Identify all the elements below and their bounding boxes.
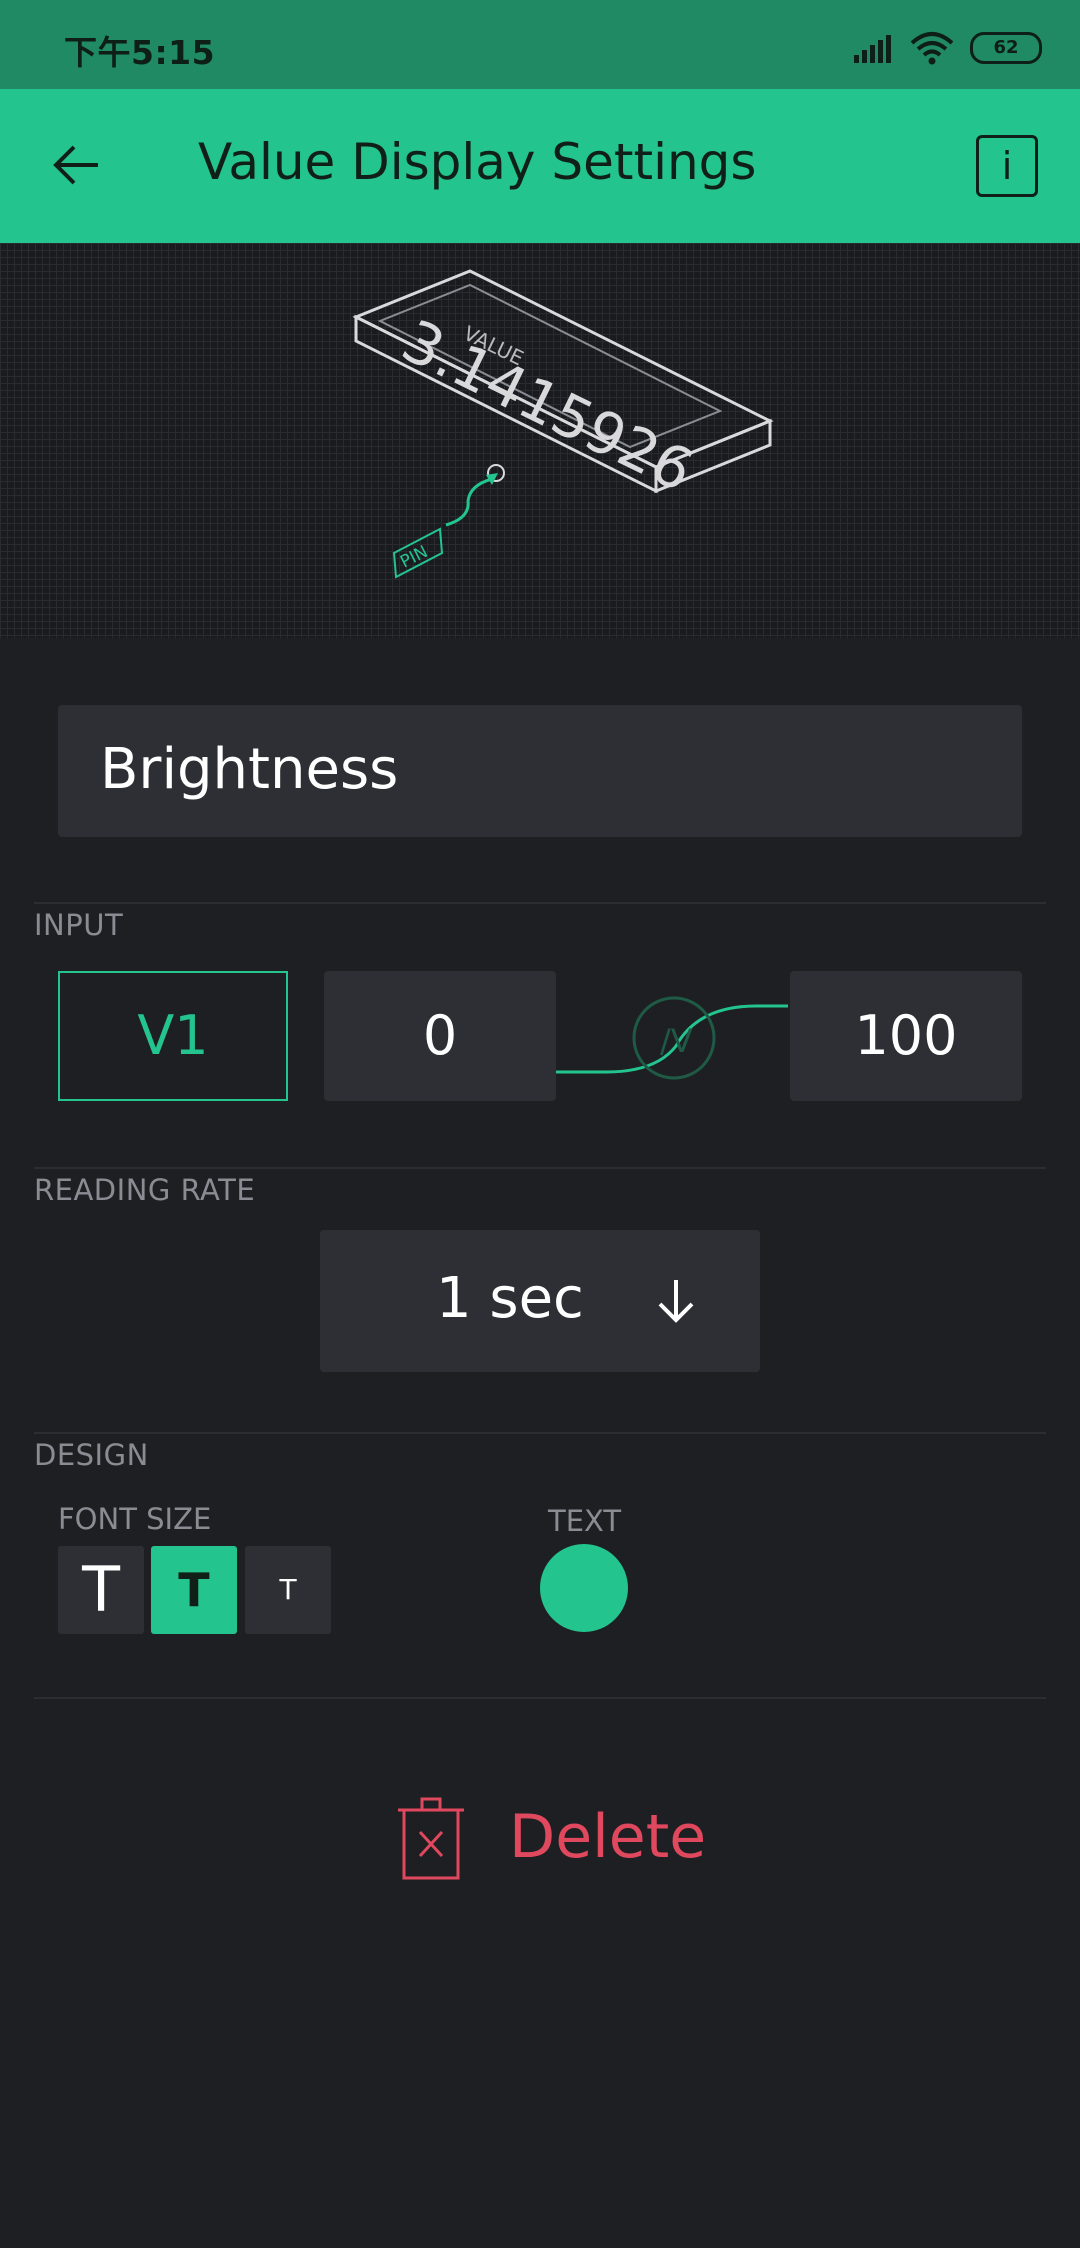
battery-indicator: 62 <box>970 32 1042 64</box>
font-size-medium-button[interactable]: T <box>151 1546 237 1634</box>
status-bar: 下午5:15 62 <box>0 0 1080 89</box>
font-size-small-button[interactable]: T <box>245 1546 331 1634</box>
trash-icon <box>398 1797 464 1880</box>
design-section-label: DESIGN <box>34 1438 149 1472</box>
font-size-label: FONT SIZE <box>58 1502 212 1536</box>
max-value-input[interactable]: 100 <box>790 971 1022 1101</box>
delete-label: Delete <box>509 1802 707 1872</box>
page-title: Value Display Settings <box>198 133 757 191</box>
status-time: 下午5:15 <box>64 33 216 72</box>
widget-name-value[interactable]: Brightness <box>100 737 398 802</box>
widget-preview: VALUE 3.1415926 PIN <box>0 243 1080 638</box>
divider <box>34 1167 1046 1169</box>
mapping-toggle-button[interactable] <box>630 1000 722 1092</box>
back-button[interactable] <box>40 129 112 201</box>
pin-selector-button[interactable]: V1 <box>58 971 288 1101</box>
app-header: Value Display Settings i <box>0 89 1080 243</box>
reading-rate-dropdown[interactable]: 1 sec <box>320 1230 760 1372</box>
divider <box>34 1697 1046 1699</box>
arrow-down-icon <box>658 1280 694 1323</box>
widget-name-field[interactable]: Brightness <box>58 705 1022 837</box>
delete-button[interactable]: Delete <box>392 1790 712 1890</box>
value-display-illustration: VALUE 3.1415926 PIN <box>352 269 774 579</box>
input-section-label: INPUT <box>34 908 124 942</box>
reading-rate-value: 1 sec <box>436 1266 584 1331</box>
text-color-picker[interactable] <box>540 1544 628 1632</box>
status-icons: 62 <box>852 28 1042 68</box>
text-color-label: TEXT <box>548 1504 622 1538</box>
wifi-icon <box>910 32 954 65</box>
preview-display-value: 3.1415926 <box>392 306 704 505</box>
divider <box>34 1432 1046 1434</box>
divider <box>34 902 1046 904</box>
min-value-input[interactable]: 0 <box>324 971 556 1101</box>
signal-icon <box>854 35 891 63</box>
font-size-large-button[interactable]: T <box>58 1546 144 1634</box>
preview-pin-label: PIN <box>397 542 431 573</box>
reading-rate-section-label: READING RATE <box>34 1173 256 1207</box>
info-button[interactable]: i <box>976 135 1038 197</box>
back-arrow-icon <box>53 145 98 185</box>
